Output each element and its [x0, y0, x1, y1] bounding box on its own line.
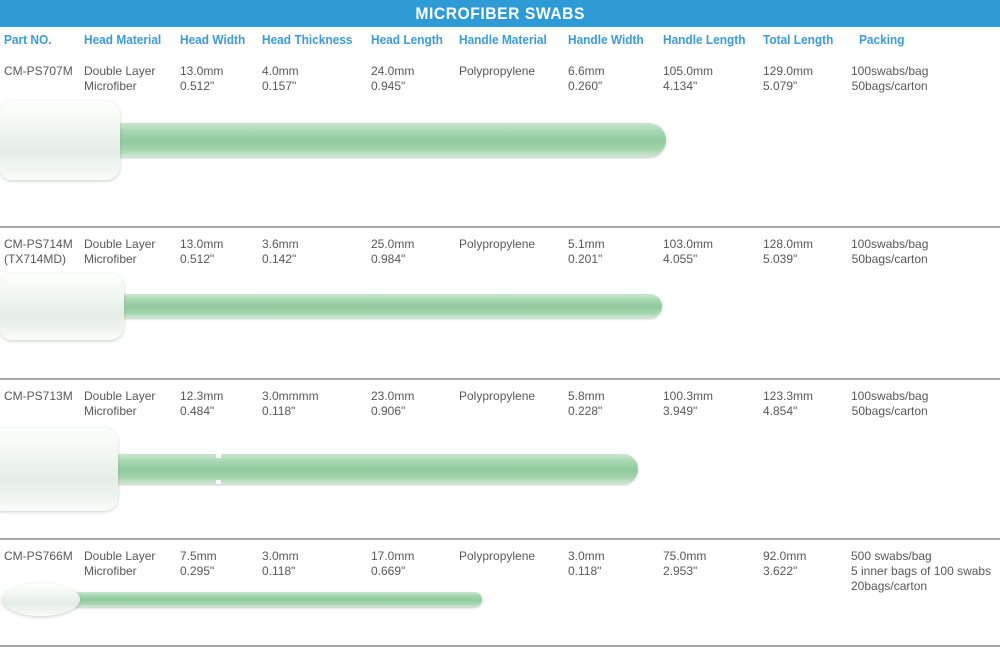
cell-head-thickness: 3.6mm 0.142": [262, 237, 299, 266]
swab-photo-cm-ps713m: [0, 428, 652, 512]
swab-photo-cm-ps766m: [2, 583, 492, 617]
column-header-head-material: Head Material: [84, 33, 162, 47]
table-row: CM-PS766M Double Layer Microfiber 7.5mm 0.…: [0, 538, 1000, 658]
column-header-total-length: Total Length: [763, 33, 834, 47]
swab-photo-cm-ps714m: [0, 274, 670, 342]
column-header-head-length: Head Length: [371, 33, 443, 47]
cell-head-length: 23.0mm 0.906": [371, 389, 415, 418]
cell-head-thickness: 3.0mmmm 0.118": [262, 389, 319, 418]
cell-handle-material: Polypropylene: [459, 549, 536, 563]
swab-photo-cm-ps707m: [0, 101, 680, 181]
cell-handle-material: Polypropylene: [459, 237, 536, 251]
table-row: CM-PS714M (TX714MD) Double Layer Microfibe…: [0, 226, 1000, 378]
column-header-packing: Packing: [859, 33, 905, 47]
column-header-head-width: Head Width: [180, 33, 246, 47]
cell-packing: 100swabs/bag 50bags/carton: [851, 389, 929, 418]
cell-handle-material: Polypropylene: [459, 64, 536, 78]
cell-part-no: CM-PS707M: [4, 64, 73, 78]
cell-handle-width: 5.8mm 0.228": [568, 389, 605, 418]
cell-head-width: 13.0mm 0.512": [180, 237, 224, 266]
cell-handle-width: 3.0mm 0.118": [568, 549, 605, 578]
cell-part-no: CM-PS713M: [4, 389, 73, 403]
column-header-handle-material: Handle Material: [459, 33, 547, 47]
cell-handle-length: 103.0mm 4.055": [663, 237, 714, 266]
column-header-handle-width: Handle Width: [568, 33, 644, 47]
cell-head-material: Double Layer Microfiber: [84, 389, 156, 418]
table-body: CM-PS707M Double Layer Microfiber 13.0mm 0…: [0, 54, 1000, 658]
page-title: MICROFIBER SWABS: [415, 3, 585, 23]
cell-total-length: 123.3mm 4.854": [763, 389, 814, 418]
cell-head-width: 7.5mm 0.295": [180, 549, 217, 578]
cell-head-width: 12.3mm 0.484": [180, 389, 224, 418]
cell-total-length: 128.0mm 5.039": [763, 237, 814, 266]
cell-total-length: 92.0mm 3.622": [763, 549, 807, 578]
column-header-part-no: Part NO.: [4, 33, 52, 47]
cell-handle-length: 105.0mm 4.134": [663, 64, 714, 93]
table-column-header-row: Part NO. Head Material Head Width Head T…: [0, 27, 1000, 54]
cell-head-length: 17.0mm 0.669": [371, 549, 415, 578]
cell-head-material: Double Layer Microfiber: [84, 549, 156, 578]
page-title-bar: MICROFIBER SWABS: [0, 0, 1000, 27]
cell-handle-width: 6.6mm 0.260": [568, 64, 605, 93]
cell-handle-length: 100.3mm 3.949": [663, 389, 714, 418]
table-row: CM-PS713M Double Layer Microfiber 12.3mm 0…: [0, 378, 1000, 538]
cell-part-no: CM-PS714M (TX714MD): [4, 237, 73, 266]
cell-head-width: 13.0mm 0.512": [180, 64, 224, 93]
cell-handle-length: 75.0mm 2.953": [663, 549, 707, 578]
cell-head-thickness: 3.0mm 0.118": [262, 549, 299, 578]
cell-packing: 100swabs/bag 50bags/carton: [851, 237, 929, 266]
table-bottom-rule: [0, 645, 1000, 647]
cell-packing: 100swabs/bag 50bags/carton: [851, 64, 929, 93]
cell-total-length: 129.0mm 5.079": [763, 64, 814, 93]
cell-head-material: Double Layer Microfiber: [84, 237, 156, 266]
cell-packing: 500 swabs/bag 5 inner bags of 100 swabs 20…: [851, 549, 992, 593]
cell-handle-material: Polypropylene: [459, 389, 536, 403]
cell-part-no: CM-PS766M: [4, 549, 73, 563]
cell-handle-width: 5.1mm 0.201": [568, 237, 605, 266]
column-header-head-thickness: Head Thickness: [262, 33, 353, 47]
cell-head-length: 24.0mm 0.945": [371, 64, 415, 93]
cell-head-material: Double Layer Microfiber: [84, 64, 156, 93]
table-row: CM-PS707M Double Layer Microfiber 13.0mm 0…: [0, 54, 1000, 226]
column-header-handle-length: Handle Length: [663, 33, 746, 47]
cell-head-thickness: 4.0mm 0.157": [262, 64, 299, 93]
cell-head-length: 25.0mm 0.984": [371, 237, 415, 266]
